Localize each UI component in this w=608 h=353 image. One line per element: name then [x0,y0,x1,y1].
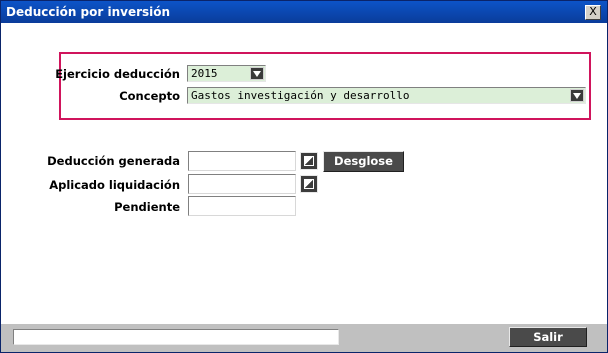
pendiente-input[interactable] [188,196,296,216]
title-bar[interactable]: Deducción por inversión X [1,1,607,23]
ejercicio-dropdown-button[interactable] [250,67,264,80]
concepto-select[interactable]: Gastos investigación y desarrollo [187,87,586,104]
close-icon: X [589,5,597,18]
ejercicio-deduccion-label: Ejercicio deducción [55,67,180,81]
salir-button[interactable]: Salir [509,327,587,347]
status-bar: Salir [1,324,607,352]
window-title: Deducción por inversión [6,5,171,19]
status-field [13,329,339,345]
deduccion-generada-edit-button[interactable] [300,152,318,170]
highlighted-section [59,52,591,120]
ejercicio-deduccion-select[interactable]: 2015 [187,65,266,82]
edit-icon [304,179,314,189]
deduccion-generada-input[interactable] [188,151,296,171]
chevron-down-icon [573,93,581,99]
close-button[interactable]: X [585,5,601,20]
concepto-dropdown-button[interactable] [570,89,584,102]
deduccion-generada-label: Deducción generada [47,154,180,168]
desglose-button[interactable]: Desglose [323,151,404,172]
chevron-down-icon [253,71,261,77]
dialog-window: Deducción por inversión X Ejercicio dedu… [0,0,608,353]
concepto-value: Gastos investigación y desarrollo [191,89,410,102]
edit-icon [304,156,314,166]
aplicado-liquidacion-label: Aplicado liquidación [49,178,180,192]
ejercicio-deduccion-value: 2015 [191,67,218,80]
aplicado-liquidacion-input[interactable] [188,174,296,194]
pendiente-label: Pendiente [114,200,180,214]
aplicado-liquidacion-edit-button[interactable] [300,175,318,193]
concepto-label: Concepto [119,89,180,103]
